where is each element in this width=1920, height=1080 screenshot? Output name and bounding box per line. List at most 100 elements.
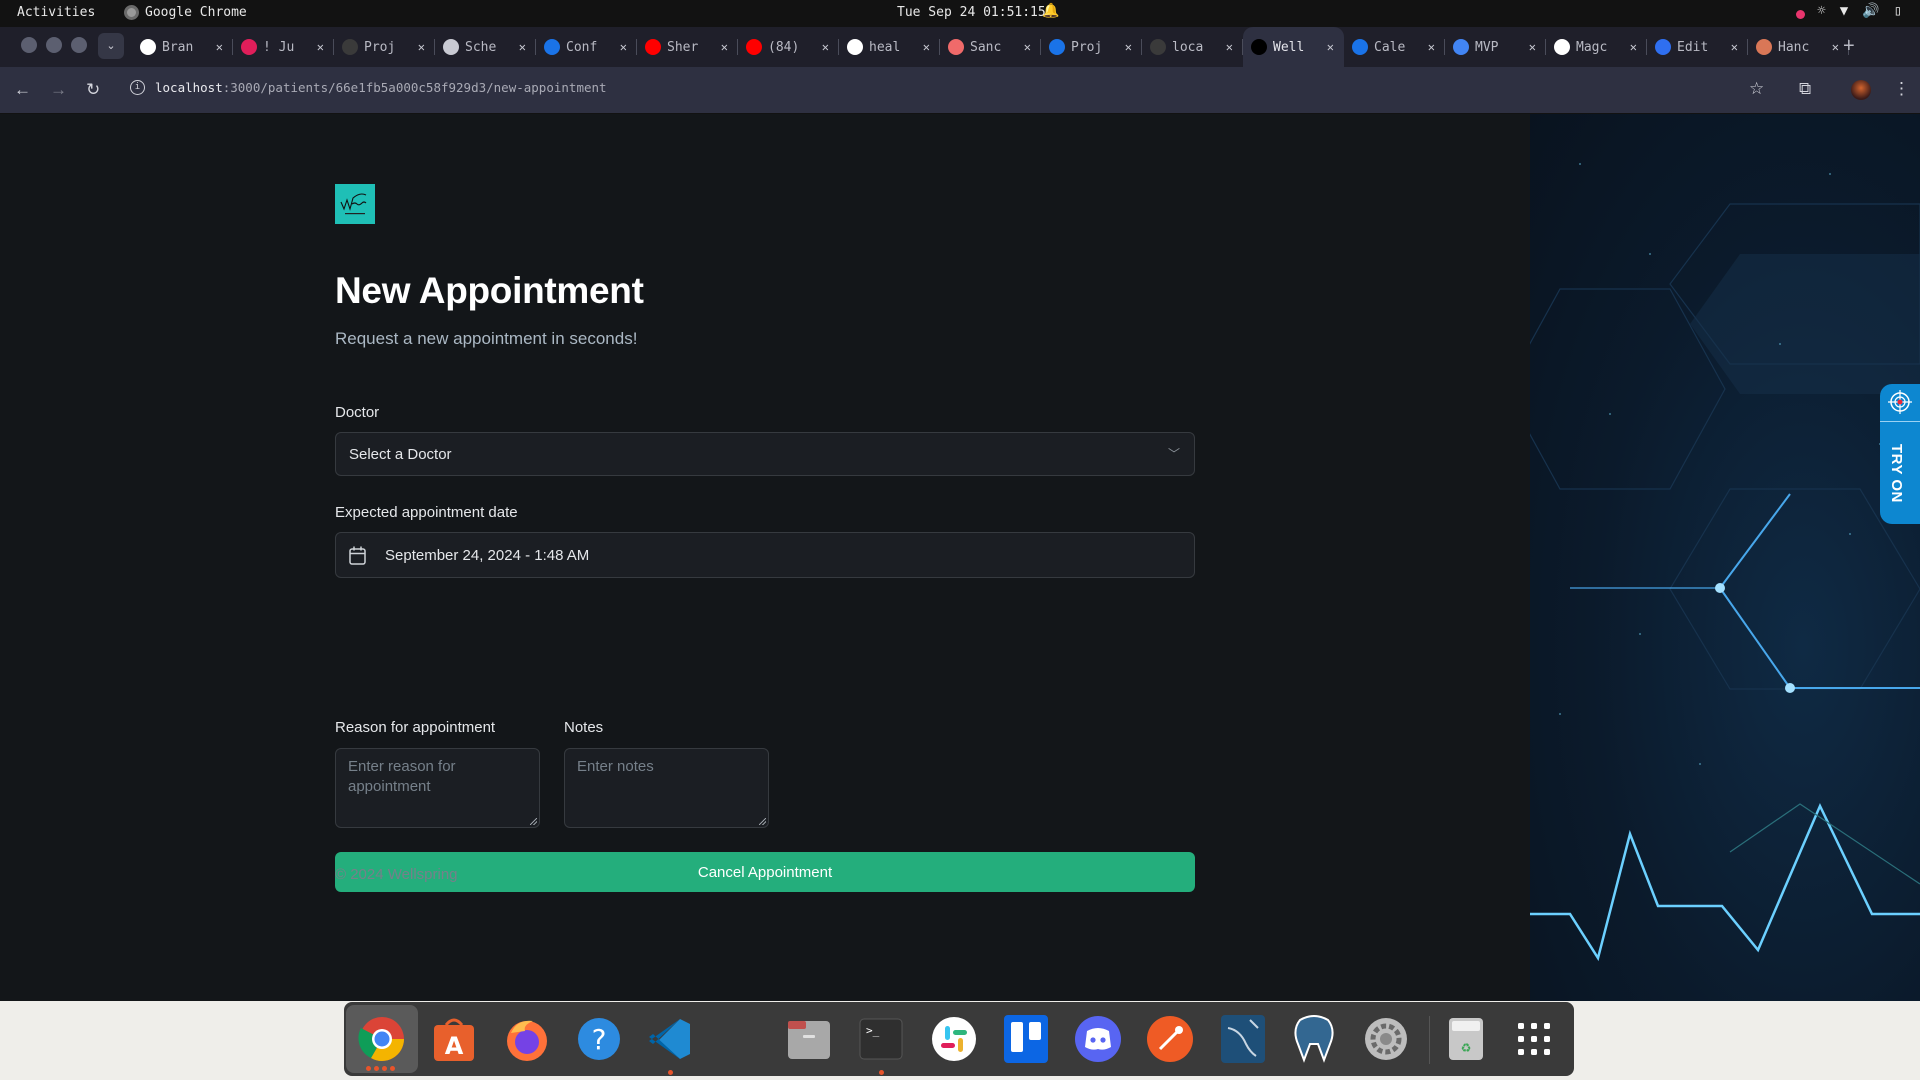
docs-icon	[1453, 39, 1469, 55]
close-tab-icon[interactable]: ✕	[1529, 40, 1536, 54]
tab-title: Edit	[1677, 39, 1709, 55]
browser-tab[interactable]: Cale ✕	[1344, 27, 1445, 67]
browser-tab[interactable]: Sanc ✕	[940, 27, 1041, 67]
notification-bell-icon[interactable]: 🔔	[1042, 3, 1059, 19]
browser-tab[interactable]: MVP ✕	[1445, 27, 1546, 67]
chrome-menu-icon[interactable]: ⋮	[1893, 79, 1910, 99]
appointment-date-input[interactable]: September 24, 2024 - 1:48 AM	[335, 532, 1195, 578]
slack-tray-icon[interactable]	[1789, 4, 1806, 19]
dock-files[interactable]	[783, 1013, 835, 1065]
close-tab-icon[interactable]: ✕	[1731, 40, 1738, 54]
page-subtitle: Request a new appointment in seconds!	[335, 329, 638, 348]
close-tab-icon[interactable]: ✕	[1125, 40, 1132, 54]
profile-avatar[interactable]	[1851, 80, 1871, 100]
close-tab-icon[interactable]: ✕	[620, 40, 627, 54]
dock-trash[interactable]: ♻	[1440, 1013, 1492, 1065]
extensions-icon[interactable]: ⧉	[1799, 79, 1811, 99]
try-on-widget[interactable]: TRY ON	[1880, 384, 1920, 524]
files-icon	[788, 1021, 830, 1059]
browser-tab[interactable]: Conf ✕	[536, 27, 637, 67]
dock-app-center[interactable]: A	[428, 1013, 480, 1065]
cancel-appointment-button[interactable]: Cancel Appointment	[335, 852, 1195, 892]
browser-tab[interactable]: Sche ✕	[435, 27, 536, 67]
browser-tab[interactable]: Magc ✕	[1546, 27, 1647, 67]
browser-tab[interactable]: Hanc ✕	[1748, 27, 1849, 67]
doctor-select[interactable]: Select a Doctor ﹀	[335, 432, 1195, 476]
close-tab-icon[interactable]: ✕	[317, 40, 324, 54]
dock-firefox[interactable]	[501, 1013, 553, 1065]
dock-terminal[interactable]: >_	[855, 1013, 907, 1075]
svg-text:A: A	[445, 1032, 464, 1060]
dock-pgadmin[interactable]	[1288, 1013, 1340, 1065]
dock-trello[interactable]	[1000, 1013, 1052, 1065]
close-tab-icon[interactable]: ✕	[822, 40, 829, 54]
dock-help[interactable]: ?	[573, 1013, 625, 1065]
browser-tab[interactable]: loca ✕	[1142, 27, 1243, 67]
vscode-icon	[649, 1019, 690, 1059]
close-tab-icon[interactable]: ✕	[923, 40, 930, 54]
browser-tab[interactable]: Edit ✕	[1647, 27, 1748, 67]
w3c-icon	[1049, 39, 1065, 55]
qix-icon	[342, 39, 358, 55]
show-applications-button[interactable]	[1508, 1013, 1560, 1065]
close-tab-icon[interactable]: ✕	[216, 40, 223, 54]
dock-discord[interactable]	[1072, 1013, 1124, 1065]
reason-textarea[interactable]: Enter reason for appointment	[335, 748, 540, 828]
reload-button[interactable]: ↻	[86, 80, 100, 100]
dock: A ? >_ ♻	[344, 1002, 1574, 1076]
clock[interactable]: Tue Sep 24 01:51:15	[897, 5, 1046, 20]
tab-title: loca	[1172, 39, 1204, 55]
browser-tab[interactable]: Bran ✕	[132, 27, 233, 67]
tab-title: Sanc	[970, 39, 1002, 55]
svg-text:>_: >_	[866, 1024, 880, 1037]
close-tab-icon[interactable]: ✕	[519, 40, 526, 54]
firefox-icon	[507, 1020, 547, 1061]
browser-tab[interactable]: Sher ✕	[637, 27, 738, 67]
chrome-icon	[124, 5, 139, 20]
target-icon	[1888, 390, 1912, 414]
close-tab-icon[interactable]: ✕	[1832, 40, 1839, 54]
close-tab-icon[interactable]: ✕	[418, 40, 425, 54]
app-center-icon: A	[434, 1018, 474, 1061]
dock-vscode[interactable]	[644, 1013, 696, 1075]
app-menu[interactable]: Google Chrome	[124, 5, 247, 20]
dock-settings[interactable]	[1360, 1013, 1412, 1065]
close-tab-icon[interactable]: ✕	[721, 40, 728, 54]
forward-button[interactable]: →	[50, 80, 67, 100]
close-tab-icon[interactable]: ✕	[1630, 40, 1637, 54]
globe-icon	[443, 39, 459, 55]
close-tab-icon[interactable]: ✕	[1024, 40, 1031, 54]
address-bar[interactable]: i localhost:3000/patients/66e1fb5a000c58…	[130, 80, 607, 95]
settings-icon	[1365, 1018, 1407, 1060]
browser-tab[interactable]: ! Ju ✕	[233, 27, 334, 67]
calendar-icon	[349, 546, 366, 565]
back-button[interactable]: ←	[14, 80, 31, 100]
browser-tab[interactable]: Well ✕	[1243, 27, 1344, 67]
system-tray[interactable]: ☼ ▼ 🔊 ▯	[1789, 3, 1902, 19]
close-tab-icon[interactable]: ✕	[1428, 40, 1435, 54]
browser-tab[interactable]: Proj ✕	[334, 27, 435, 67]
maximize-window-button[interactable]	[71, 37, 87, 53]
url-host: localhost	[155, 80, 223, 95]
close-tab-icon[interactable]: ✕	[1327, 40, 1334, 54]
reason-label: Reason for appointment	[335, 719, 496, 736]
browser-tab[interactable]: Proj ✕	[1041, 27, 1142, 67]
dock-slack[interactable]	[928, 1013, 980, 1065]
close-window-button[interactable]	[21, 37, 37, 53]
dock-mysql-workbench[interactable]	[1217, 1013, 1269, 1065]
bookmark-star-icon[interactable]: ☆	[1749, 79, 1764, 99]
new-tab-button[interactable]: +	[1843, 35, 1855, 58]
dock-chrome[interactable]	[346, 1005, 418, 1073]
dock-postman[interactable]	[1144, 1013, 1196, 1065]
system-top-bar: Activities Google Chrome Tue Sep 24 01:5…	[0, 0, 1920, 27]
site-info-icon[interactable]: i	[130, 80, 145, 95]
terminal-icon: >_	[859, 1018, 903, 1060]
browser-tab[interactable]: (84) ✕	[738, 27, 839, 67]
browser-tab[interactable]: heal ✕	[839, 27, 940, 67]
web-page: New Appointment Request a new appointmen…	[0, 114, 1920, 1001]
tab-search-button[interactable]: ⌄	[98, 33, 124, 59]
minimize-window-button[interactable]	[46, 37, 62, 53]
close-tab-icon[interactable]: ✕	[1226, 40, 1233, 54]
activities-button[interactable]: Activities	[17, 5, 95, 20]
notes-textarea[interactable]: Enter notes	[564, 748, 769, 828]
